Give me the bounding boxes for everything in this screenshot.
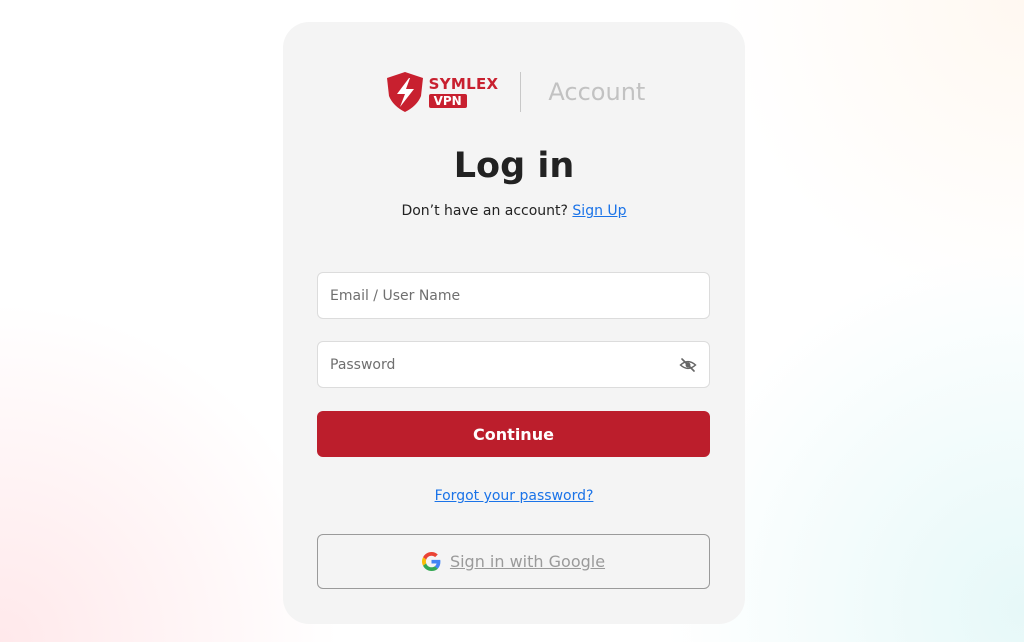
google-icon xyxy=(421,552,441,571)
password-input[interactable] xyxy=(330,356,679,373)
login-card: SYMLEX VPN Account Log in Don’t have an … xyxy=(283,22,745,624)
google-sign-in-label: Sign in with Google xyxy=(449,552,606,571)
header: SYMLEX VPN Account xyxy=(283,56,745,128)
section-label: Account xyxy=(548,78,646,106)
email-input[interactable] xyxy=(330,287,697,304)
symlex-logo: SYMLEX VPN xyxy=(383,70,499,114)
signup-prompt: Don’t have an account? Sign Up xyxy=(283,203,745,219)
eye-slash-icon[interactable] xyxy=(679,356,697,374)
forgot-password-row: Forgot your password? xyxy=(283,488,745,504)
header-divider xyxy=(520,72,522,112)
brand-badge: VPN xyxy=(428,93,467,108)
google-sign-in-button[interactable]: Sign in with Google xyxy=(317,534,710,589)
sign-up-link[interactable]: Sign Up xyxy=(572,203,626,219)
email-field[interactable] xyxy=(317,272,710,319)
signup-prompt-text: Don’t have an account? xyxy=(401,203,573,219)
continue-button[interactable]: Continue xyxy=(317,411,710,457)
forgot-password-link[interactable]: Forgot your password? xyxy=(435,488,594,504)
page-title: Log in xyxy=(453,146,575,186)
password-field[interactable] xyxy=(317,341,710,388)
shield-icon xyxy=(386,72,423,112)
brand-name: SYMLEX xyxy=(428,74,499,93)
